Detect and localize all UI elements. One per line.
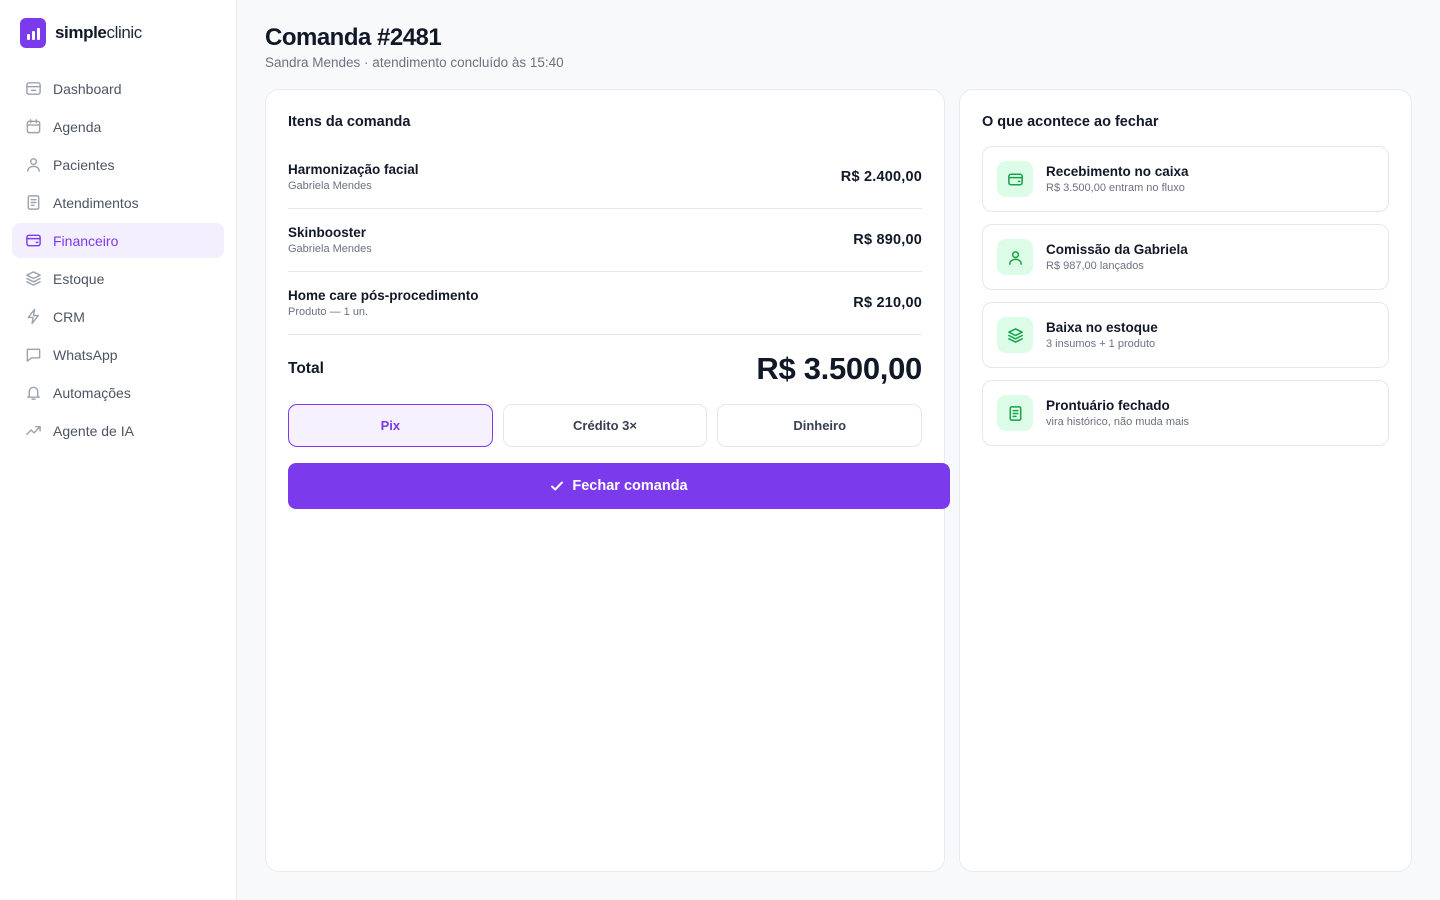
brand-logo[interactable]: simpleclinic (20, 18, 142, 48)
payment-methods: Pix Crédito 3× Dinheiro (288, 404, 923, 447)
layers-icon (997, 317, 1033, 353)
effect-subtitle: 3 insumos + 1 produto (1046, 338, 1156, 350)
document-icon (27, 195, 40, 210)
effect-item-estoque: Baixa no estoque 3 insumos + 1 produto (982, 302, 1389, 368)
list-item: Home care pós-procedimento Produto — 1 u… (288, 272, 922, 335)
effect-title: Prontuário fechado (1046, 398, 1170, 413)
effect-item-comissao: Comissão da Gabriela R$ 987,00 lançados (982, 224, 1389, 290)
sidebar-item-estoque[interactable]: Estoque (12, 261, 224, 296)
page-title: Comanda #2481 (265, 24, 442, 51)
chat-icon (26, 348, 41, 362)
order-card: Itens da comanda Harmonização facial Gab… (265, 89, 950, 872)
sidebar-item-label: CRM (53, 308, 85, 325)
wallet-icon (997, 161, 1033, 197)
sidebar-item-atendimentos[interactable]: Atendimentos (12, 185, 224, 220)
effects-card: O que acontece ao fechar Recebimento no … (959, 89, 1412, 872)
user-icon (997, 239, 1033, 275)
page-subtitle: Sandra Mendes · atendimento concluído às… (265, 55, 564, 70)
effect-subtitle: R$ 3.500,00 entram no fluxo (1046, 182, 1185, 194)
item-professional: Gabriela Mendes (288, 243, 372, 255)
sidebar-item-financeiro[interactable]: Financeiro (12, 223, 224, 258)
sidebar-item-label: Automações (53, 384, 131, 401)
sidebar-item-label: Estoque (53, 270, 105, 287)
order-items-list: Harmonização facial Gabriela Mendes R$ 2… (288, 146, 922, 335)
total-label: Total (288, 360, 324, 377)
sidebar-item-label: Dashboard (53, 80, 122, 97)
item-professional: Gabriela Mendes (288, 180, 372, 192)
list-item: Harmonização facial Gabriela Mendes R$ 2… (288, 146, 922, 209)
payment-method-pix[interactable]: Pix (288, 404, 493, 447)
total-row: Total R$ 3.500,00 (288, 346, 922, 392)
effects-heading: O que acontece ao fechar (982, 114, 1159, 130)
effect-title: Recebimento no caixa (1046, 164, 1189, 179)
sidebar-item-crm[interactable]: CRM (12, 299, 224, 334)
sidebar-item-label: Agente de IA (53, 422, 134, 439)
brand-name-light: clinic (106, 23, 142, 42)
document-icon (997, 395, 1033, 431)
payment-method-dinheiro[interactable]: Dinheiro (717, 404, 923, 447)
sidebar-item-label: Atendimentos (53, 194, 139, 211)
total-value: R$ 3.500,00 (756, 351, 922, 386)
item-price: R$ 2.400,00 (840, 169, 922, 185)
payment-method-credito[interactable]: Crédito 3× (502, 404, 708, 447)
bell-icon (27, 386, 40, 400)
item-price: R$ 210,00 (853, 295, 922, 311)
item-details: Produto — 1 un. (288, 306, 369, 318)
sidebar-item-label: Financeiro (53, 232, 119, 249)
sidebar-item-agente-ia[interactable]: Agente de IA (12, 413, 224, 448)
brand-name: simpleclinic (55, 23, 142, 43)
sidebar-item-whatsapp[interactable]: WhatsApp (12, 337, 224, 372)
close-order-button[interactable]: Fechar comanda (288, 463, 950, 509)
sidebar-nav: Dashboard Agenda Pacientes Atendimentos … (12, 71, 224, 451)
trending-icon (26, 426, 41, 435)
sidebar-item-label: WhatsApp (53, 346, 118, 363)
calendar-icon (26, 119, 41, 134)
logo-mark-icon (20, 18, 46, 48)
item-name: Home care pós-procedimento (288, 288, 479, 303)
user-icon (27, 158, 40, 172)
effect-item-caixa: Recebimento no caixa R$ 3.500,00 entram … (982, 146, 1389, 212)
item-name: Harmonização facial (288, 162, 419, 177)
sidebar-item-pacientes[interactable]: Pacientes (12, 147, 224, 182)
item-name: Skinbooster (288, 225, 367, 240)
effect-item-prontuario: Prontuário fechado vira histórico, não m… (982, 380, 1389, 446)
order-heading: Itens da comanda (288, 114, 411, 130)
effect-subtitle: R$ 987,00 lançados (1046, 260, 1144, 272)
effect-title: Comissão da Gabriela (1046, 242, 1188, 257)
close-order-label: Fechar comanda (572, 478, 688, 494)
sidebar-item-automacoes[interactable]: Automações (12, 375, 224, 410)
wallet-icon (26, 234, 41, 247)
sidebar-item-label: Pacientes (53, 156, 115, 173)
list-item: Skinbooster Gabriela Mendes R$ 890,00 (288, 209, 922, 272)
bolt-icon (27, 308, 39, 325)
brand-name-bold: simple (55, 23, 107, 42)
sidebar-item-label: Agenda (53, 118, 102, 135)
sidebar: simpleclinic Dashboard Agenda Pacientes … (0, 0, 237, 900)
check-icon (551, 481, 564, 491)
item-price: R$ 890,00 (853, 232, 922, 248)
effects-list: Recebimento no caixa R$ 3.500,00 entram … (982, 146, 1389, 458)
dashboard-icon (26, 82, 41, 95)
sidebar-item-agenda[interactable]: Agenda (12, 109, 224, 144)
effect-title: Baixa no estoque (1046, 320, 1158, 335)
layers-icon (26, 271, 41, 286)
sidebar-item-dashboard[interactable]: Dashboard (12, 71, 224, 106)
effect-subtitle: vira histórico, não muda mais (1046, 416, 1190, 428)
